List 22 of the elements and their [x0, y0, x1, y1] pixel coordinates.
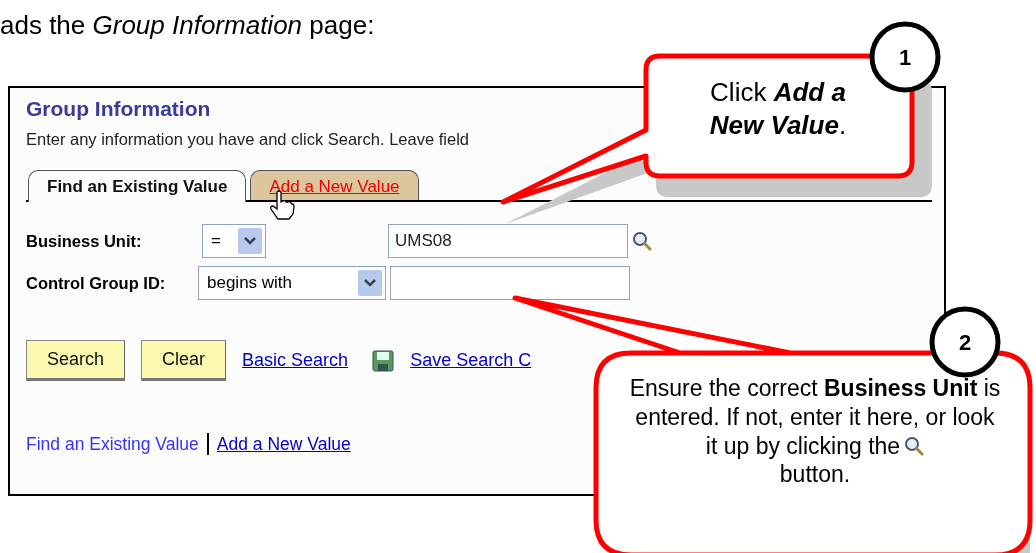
intro-text: ads the Group Information page:	[0, 10, 376, 42]
callout-text: it up by clicking the	[705, 431, 901, 461]
link[interactable]: Add a New Value	[216, 431, 351, 458]
text-field[interactable]: UMS08	[388, 224, 628, 259]
search-icon	[904, 435, 925, 456]
action-button[interactable]: Clear	[141, 340, 227, 382]
callout-text: button.	[779, 460, 851, 489]
link[interactable]: Find an Existing Value	[26, 431, 199, 458]
action-button[interactable]: Search	[26, 340, 126, 382]
operator-dropdown[interactable]: =	[202, 224, 266, 259]
operator-dropdown[interactable]: begins with	[198, 266, 386, 301]
tab[interactable]: Find an Existing Value	[28, 170, 247, 203]
text-field[interactable]	[390, 266, 630, 301]
instructions-text: Enter any information you have and click Search. Leave field	[26, 129, 469, 151]
field-label: Control Group ID:	[26, 272, 167, 294]
page-title: Group Information	[26, 96, 211, 122]
field-label: Business Unit:	[26, 230, 143, 252]
search-icon[interactable]	[632, 231, 652, 252]
step-number: 1	[869, 21, 941, 93]
callout-text: Click Add a New Value.	[708, 76, 848, 141]
link[interactable]: Save Search C	[410, 347, 532, 375]
link[interactable]: Basic Search	[242, 347, 349, 375]
